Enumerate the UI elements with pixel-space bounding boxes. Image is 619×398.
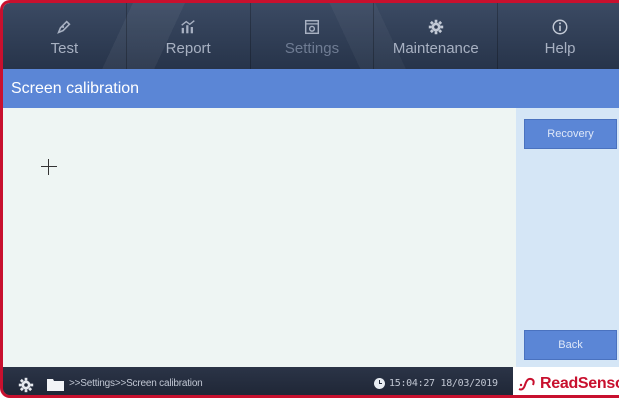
page-title: Screen calibration [11, 79, 140, 97]
tab-maintenance[interactable]: Maintenance [374, 3, 499, 69]
tab-help[interactable]: Help [498, 3, 619, 69]
readsensor-logo-icon [517, 373, 539, 395]
page-title-bar: Screen calibration [3, 69, 619, 108]
folder-icon [47, 378, 64, 391]
chart-icon [177, 16, 199, 38]
tab-label: Test [50, 39, 79, 57]
settings-box-icon [301, 16, 323, 38]
calibration-crosshair-icon[interactable] [41, 159, 57, 175]
tab-settings[interactable]: Settings [251, 3, 375, 69]
brand-name: ReadSensor [540, 375, 619, 392]
tab-label: Maintenance [392, 39, 479, 57]
back-button[interactable]: Back [524, 330, 617, 360]
datetime: 15:04:27 18/03/2019 [389, 378, 498, 389]
status-bar: >>Settings>>Screen calibration 15:04:27 … [3, 367, 619, 395]
brand-logo: ReadSensor [513, 367, 619, 395]
tab-label: Help [544, 39, 576, 57]
calibration-area[interactable] [3, 108, 516, 367]
recovery-button[interactable]: Recovery [524, 119, 617, 149]
device-screen: Test Report Settings Maintenance Help Sc… [0, 0, 619, 398]
settings-gear-icon[interactable] [17, 376, 35, 394]
pen-icon [53, 16, 75, 38]
tab-label: Report [165, 39, 211, 57]
tab-report[interactable]: Report [127, 3, 251, 69]
tab-label: Settings [284, 39, 340, 57]
top-navigation: Test Report Settings Maintenance Help [3, 3, 619, 69]
info-icon [549, 16, 571, 38]
gear-icon [425, 16, 447, 38]
breadcrumb: >>Settings>>Screen calibration [69, 378, 203, 389]
side-panel: Recovery Back [516, 108, 619, 367]
tab-test[interactable]: Test [3, 3, 127, 69]
clock-icon [374, 378, 385, 389]
